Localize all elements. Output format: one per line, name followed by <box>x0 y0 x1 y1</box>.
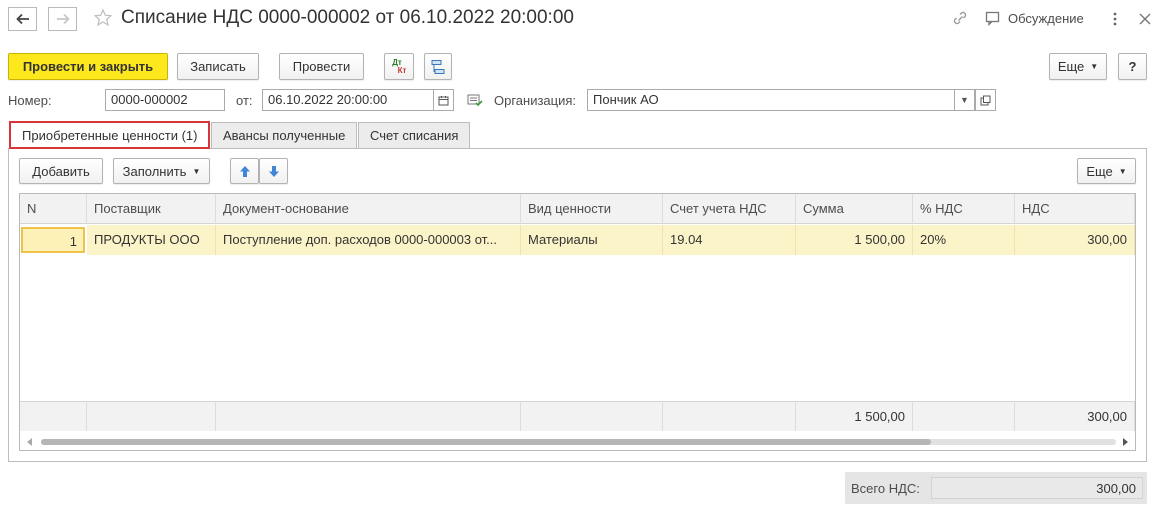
fill-button-label: Заполнить <box>122 163 187 179</box>
table-more-button[interactable]: Еще ▼ <box>1077 158 1136 184</box>
column-header-basis-document[interactable]: Документ-основание <box>216 194 521 224</box>
structure-button[interactable] <box>424 53 452 80</box>
chevron-down-icon: ▼ <box>192 166 201 176</box>
footer-cell <box>663 401 796 431</box>
structure-icon <box>431 59 445 74</box>
total-vat-value: 300,00 <box>931 477 1143 499</box>
column-header-n[interactable]: N <box>20 194 87 224</box>
footer-total-amount: 1 500,00 <box>796 401 913 431</box>
scroll-right-icon[interactable] <box>1122 438 1128 446</box>
arrow-left-icon <box>15 13 29 25</box>
star-icon[interactable] <box>93 8 113 28</box>
footer-cell <box>216 401 521 431</box>
number-field[interactable]: 0000-000002 <box>105 89 225 111</box>
chevron-down-icon: ▼ <box>960 95 969 105</box>
footer-total-vat: 300,00 <box>1015 401 1135 431</box>
move-down-button[interactable] <box>259 158 288 184</box>
organization-open-button[interactable] <box>975 89 996 111</box>
save-button[interactable]: Записать <box>177 53 259 80</box>
chevron-down-icon: ▼ <box>1118 166 1127 176</box>
scroll-thumb[interactable] <box>41 439 931 445</box>
close-icon[interactable] <box>1138 12 1152 26</box>
dt-kt-report-button[interactable]: Дт Кт <box>384 53 414 80</box>
arrow-up-icon <box>239 165 250 177</box>
horizontal-scrollbar[interactable] <box>20 431 1135 450</box>
forward-button[interactable] <box>48 7 77 31</box>
table-cell-vat[interactable]: 300,00 <box>1015 225 1135 255</box>
table-cell-supplier[interactable]: ПРОДУКТЫ ООО <box>87 225 216 255</box>
tab-write-off-account[interactable]: Счет списания <box>358 122 471 148</box>
chevron-down-icon: ▼ <box>1090 62 1099 71</box>
column-header-supplier[interactable]: Поставщик <box>87 194 216 224</box>
table-cell-amount[interactable]: 1 500,00 <box>796 225 913 255</box>
table-cell-n[interactable]: 1 <box>21 227 85 253</box>
date-label: от: <box>236 93 253 108</box>
footer-cell <box>20 401 87 431</box>
scroll-left-icon[interactable] <box>27 438 33 446</box>
more-button-label: Еще <box>1057 59 1085 74</box>
table-more-label: Еще <box>1086 163 1113 179</box>
calendar-icon <box>438 95 449 105</box>
organization-label: Организация: <box>494 93 577 108</box>
table-cell-vat-account[interactable]: 19.04 <box>663 225 796 255</box>
more-button[interactable]: Еще ▼ <box>1049 53 1107 80</box>
date-field[interactable]: 06.10.2022 20:00:00 <box>262 89 434 111</box>
arrow-right-icon <box>56 13 70 25</box>
footer-cell <box>521 401 663 431</box>
column-header-vat-account[interactable]: Счет учета НДС <box>663 194 796 224</box>
discussion-icon[interactable] <box>985 11 1003 27</box>
kt-label: Кт <box>397 65 407 75</box>
column-header-vat[interactable]: НДС <box>1015 194 1135 224</box>
column-header-vat-rate[interactable]: % НДС <box>913 194 1015 224</box>
column-header-value-type[interactable]: Вид ценности <box>521 194 663 224</box>
back-button[interactable] <box>8 7 37 31</box>
footer-cell <box>87 401 216 431</box>
discussion-link[interactable]: Обсуждение <box>1008 11 1084 26</box>
divider <box>87 255 88 401</box>
tab-acquired-values[interactable]: Приобретенные ценности (1) <box>9 121 211 149</box>
items-table: N Поставщик Документ-основание Вид ценно… <box>19 193 1136 451</box>
table-cell-vat-rate[interactable]: 20% <box>913 225 1015 255</box>
arrow-down-icon <box>268 165 279 177</box>
document-status-icon[interactable] <box>467 93 483 107</box>
help-button[interactable]: ? <box>1118 53 1147 80</box>
add-button[interactable]: Добавить <box>19 158 103 184</box>
table-cell-value-type[interactable]: Материалы <box>521 225 663 255</box>
footer-cell <box>913 401 1015 431</box>
tab-advances-received[interactable]: Авансы полученные <box>211 122 358 148</box>
more-vertical-icon[interactable] <box>1110 11 1120 27</box>
total-vat-label: Всего НДС: <box>851 481 920 496</box>
organization-field[interactable]: Пончик АО <box>587 89 955 111</box>
post-button[interactable]: Провести <box>279 53 364 80</box>
post-and-close-button[interactable]: Провести и закрыть <box>8 53 168 80</box>
move-up-button[interactable] <box>230 158 259 184</box>
open-icon <box>980 95 991 105</box>
calendar-button[interactable] <box>433 89 454 111</box>
page-title: Списание НДС 0000-000002 от 06.10.2022 2… <box>121 7 574 28</box>
fill-button[interactable]: Заполнить ▼ <box>113 158 210 184</box>
organization-dropdown-button[interactable]: ▼ <box>954 89 975 111</box>
number-label: Номер: <box>8 93 52 108</box>
link-icon[interactable] <box>952 9 968 27</box>
column-header-amount[interactable]: Сумма <box>796 194 913 224</box>
table-cell-basis-document[interactable]: Поступление доп. расходов 0000-000003 от… <box>216 225 521 255</box>
